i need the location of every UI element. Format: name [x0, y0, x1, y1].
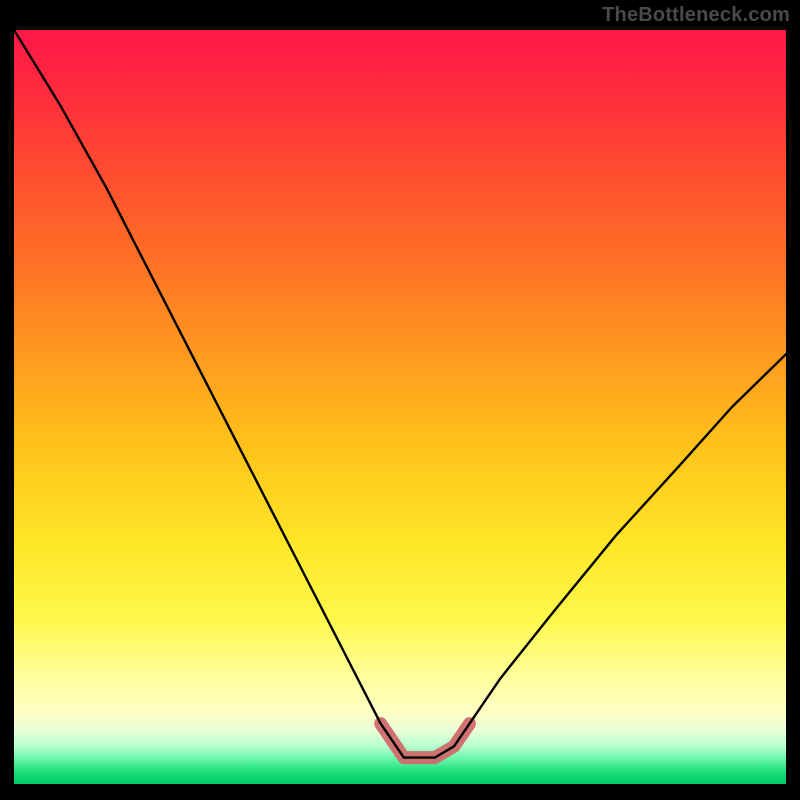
bottleneck-chart — [14, 30, 786, 784]
watermark-text: TheBottleneck.com — [602, 4, 790, 27]
plot-area — [14, 30, 786, 784]
chart-stage: TheBottleneck.com — [0, 0, 800, 800]
gradient-background — [14, 30, 786, 784]
